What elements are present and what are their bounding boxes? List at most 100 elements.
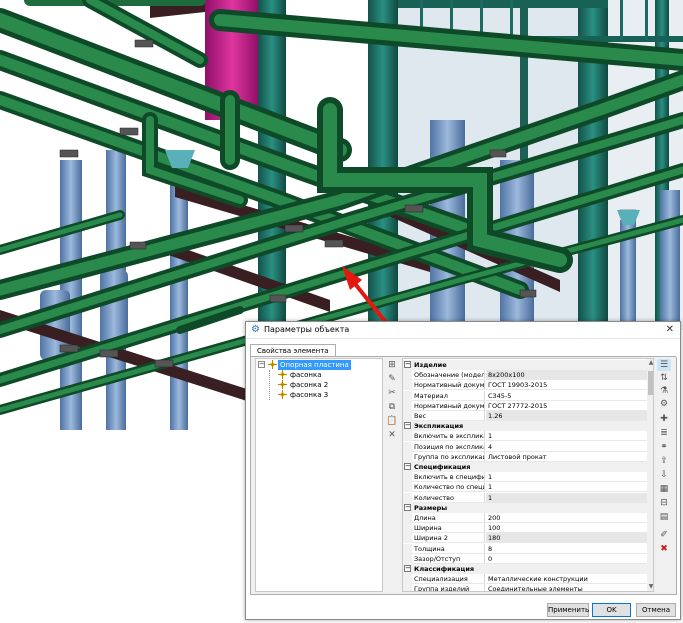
close-button[interactable]: ✕ [666,324,674,336]
property-row[interactable]: Группа по экспликацииЛистовой прокат [403,451,647,462]
property-row[interactable]: Специализация Металлические конструкции [403,574,647,585]
filter-icon[interactable]: ⚗ [657,385,671,397]
scroll-thumb[interactable] [648,371,653,395]
add-element-icon[interactable]: ⊞ [385,359,399,371]
cut-icon[interactable]: ✂ [385,387,399,399]
tree-item[interactable]: фасонка 3 [258,390,382,400]
property-category[interactable]: − Размеры [403,502,647,513]
property-value[interactable]: 1 [486,431,647,442]
property-row[interactable]: Вес 1.26 [403,411,647,421]
property-value[interactable]: 4 [486,442,647,452]
tree-item[interactable]: фасонка 2 [258,380,382,390]
tree-item-label: фасонка 2 [290,381,329,389]
property-name: Нормативный документ [412,380,485,391]
property-row[interactable]: Материал С345-5 [403,390,647,401]
category-collapse-toggle[interactable]: − [404,565,411,572]
property-category[interactable]: − Изделие [403,360,647,370]
property-row[interactable]: Включить в экспликацию1 [403,431,647,442]
categorized-view-icon[interactable]: ☰ [657,359,671,371]
property-name: Материал [412,390,485,401]
property-value[interactable]: 1.26 [486,411,647,421]
property-value[interactable]: 100 [486,523,647,534]
property-row[interactable]: Ширина 2 180 [403,533,647,544]
scroll-down-icon[interactable]: ▼ [647,583,653,591]
property-row[interactable]: Группа изделий Соединительные элементы [403,584,647,591]
property-value[interactable]: С345-5 [486,391,647,401]
property-name: Зазор/Отступ [412,553,485,564]
property-row[interactable]: Ширина 100 [403,523,647,534]
ok-button[interactable]: OK [592,603,631,617]
property-name: Количество по спецификации [412,482,485,493]
link-icon[interactable]: ⚭ [657,441,671,453]
category-collapse-toggle[interactable]: − [404,422,411,430]
group-icon[interactable]: ⊟ [657,497,671,509]
apply-button[interactable]: Применить [547,603,589,617]
copy-icon[interactable]: ⧉ [385,401,399,413]
property-category[interactable]: − Классификация [403,564,647,574]
property-value[interactable]: 0 [486,554,647,564]
property-row[interactable]: Количество 1 [403,492,647,503]
property-category[interactable]: − Спецификация [403,462,647,472]
property-scrollbar[interactable]: ▲ ▼ [647,359,653,591]
property-value[interactable]: Металлические конструкции [486,574,647,585]
collapse-toggle[interactable]: − [258,361,265,368]
property-value[interactable]: Соединительные элементы [486,584,647,591]
property-name: Специализация [412,574,485,585]
property-row[interactable]: Нормативный документГОСТ 27772-2015 [403,400,647,411]
category-label: Изделие [414,361,447,369]
sort-az-icon[interactable]: ⇅ [657,372,671,384]
export-icon[interactable]: ⇪ [657,455,671,467]
table-icon[interactable]: ▦ [657,483,671,495]
property-value[interactable]: Листовой прокат [486,452,647,462]
category-collapse-toggle[interactable]: − [404,361,411,368]
property-value[interactable]: 1 [486,482,647,493]
property-name: Количество [412,492,485,503]
element-tree[interactable]: − Опорная пластина фасонка фасонка 2 фас… [255,358,383,592]
property-name: Вес [412,411,485,421]
tag-icon[interactable]: ✎ [385,373,399,385]
property-value[interactable]: ГОСТ 27772-2015 [486,401,647,411]
category-label: Классификация [414,565,475,573]
property-grid[interactable]: ▲ ▼ − Изделие Обозначение (модель) 8x200x10… [402,358,654,592]
property-category[interactable]: − Экспликация [403,421,647,432]
tree-item[interactable]: фасонка [258,370,382,380]
property-row[interactable]: Толщина 8 [403,543,647,554]
import-icon[interactable]: ⇩ [657,469,671,481]
category-label: Экспликация [414,422,464,431]
property-row[interactable]: Включить в спецификацию1 [403,472,647,483]
property-value[interactable]: 180 [486,533,647,544]
property-value[interactable]: 1 [486,472,647,483]
property-row[interactable]: Количество по спецификации1 [403,482,647,493]
property-row[interactable]: Длина 200 [403,513,647,523]
property-value[interactable]: 200 [486,513,647,523]
category-collapse-toggle[interactable]: − [404,503,411,511]
tab-content: − Опорная пластина фасонка фасонка 2 фас… [250,357,677,595]
property-row[interactable]: Позиция по экспликации4 [403,441,647,452]
dialog-title: Параметры объекта [264,325,350,334]
property-name: Включить в спецификацию [412,472,485,483]
delete-icon[interactable]: ✕ [385,429,399,441]
dialog-titlebar[interactable]: ⚙ Параметры объекта ✕ [246,322,680,339]
property-row[interactable]: Нормативный документГОСТ 19903-2015 [403,380,647,391]
property-name: Позиция по экспликации [412,441,485,452]
component-icon [278,380,287,389]
property-value[interactable]: ГОСТ 19903-2015 [486,380,647,391]
property-row[interactable]: Зазор/Отступ 0 [403,553,647,564]
tree-item[interactable]: − Опорная пластина [258,360,382,370]
property-value[interactable]: 1 [486,492,647,503]
edit-icon[interactable]: ✐ [657,529,671,541]
property-value[interactable]: 8 [486,544,647,554]
paste-icon[interactable]: 📋 [385,415,399,427]
property-value[interactable]: 8x200x100 [486,370,647,381]
scroll-up-icon[interactable]: ▲ [647,359,653,367]
list-icon[interactable]: ≣ [657,427,671,439]
property-row[interactable]: Обозначение (модель) 8x200x100 [403,370,647,381]
tree-item-label: фасонка 3 [290,391,329,399]
remove-property-icon[interactable]: ✖ [657,543,671,555]
cancel-button[interactable]: Отмена [636,603,676,617]
properties-icon[interactable]: ⚙ [657,398,671,410]
add-property-icon[interactable]: ✚ [657,413,671,425]
category-collapse-toggle[interactable]: − [404,463,411,470]
calc-icon[interactable]: ▤ [657,511,671,523]
steel-column [368,0,398,330]
